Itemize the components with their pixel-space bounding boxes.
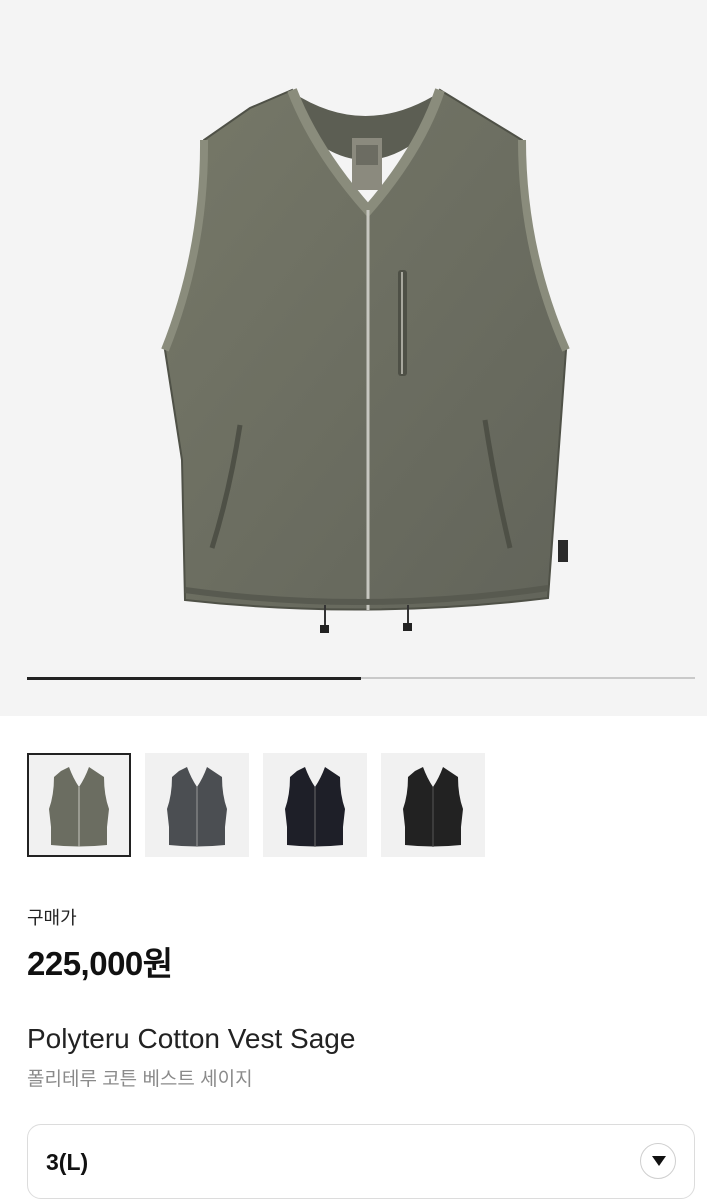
gallery-progress-track <box>27 676 695 680</box>
product-name-ko: 폴리테루 코튼 베스트 세이지 <box>27 1069 253 1090</box>
thumbnail-charcoal[interactable] <box>145 753 249 857</box>
product-name-en: Polyteru Cotton Vest Sage <box>27 1023 356 1054</box>
price-label: 구매가 <box>27 908 77 928</box>
product-price: 225,000원 <box>27 945 173 982</box>
dropdown-arrow-icon[interactable] <box>640 1143 676 1179</box>
vest-black-image <box>403 767 463 847</box>
size-select-value: 3(L) <box>46 1149 89 1175</box>
vest-sage-image <box>161 88 570 633</box>
thumbnail-list <box>27 753 485 857</box>
gallery-progress-fill <box>27 676 361 680</box>
size-select[interactable]: 3(L) <box>27 1124 695 1199</box>
vest-sage-image <box>49 767 109 847</box>
vest-navy-image <box>285 767 345 847</box>
thumbnail-black[interactable] <box>381 753 485 857</box>
product-hero-image[interactable] <box>0 0 707 716</box>
vest-charcoal-image <box>167 767 227 847</box>
thumbnail-navy[interactable] <box>263 753 367 857</box>
thumbnail-sage[interactable] <box>27 753 131 857</box>
